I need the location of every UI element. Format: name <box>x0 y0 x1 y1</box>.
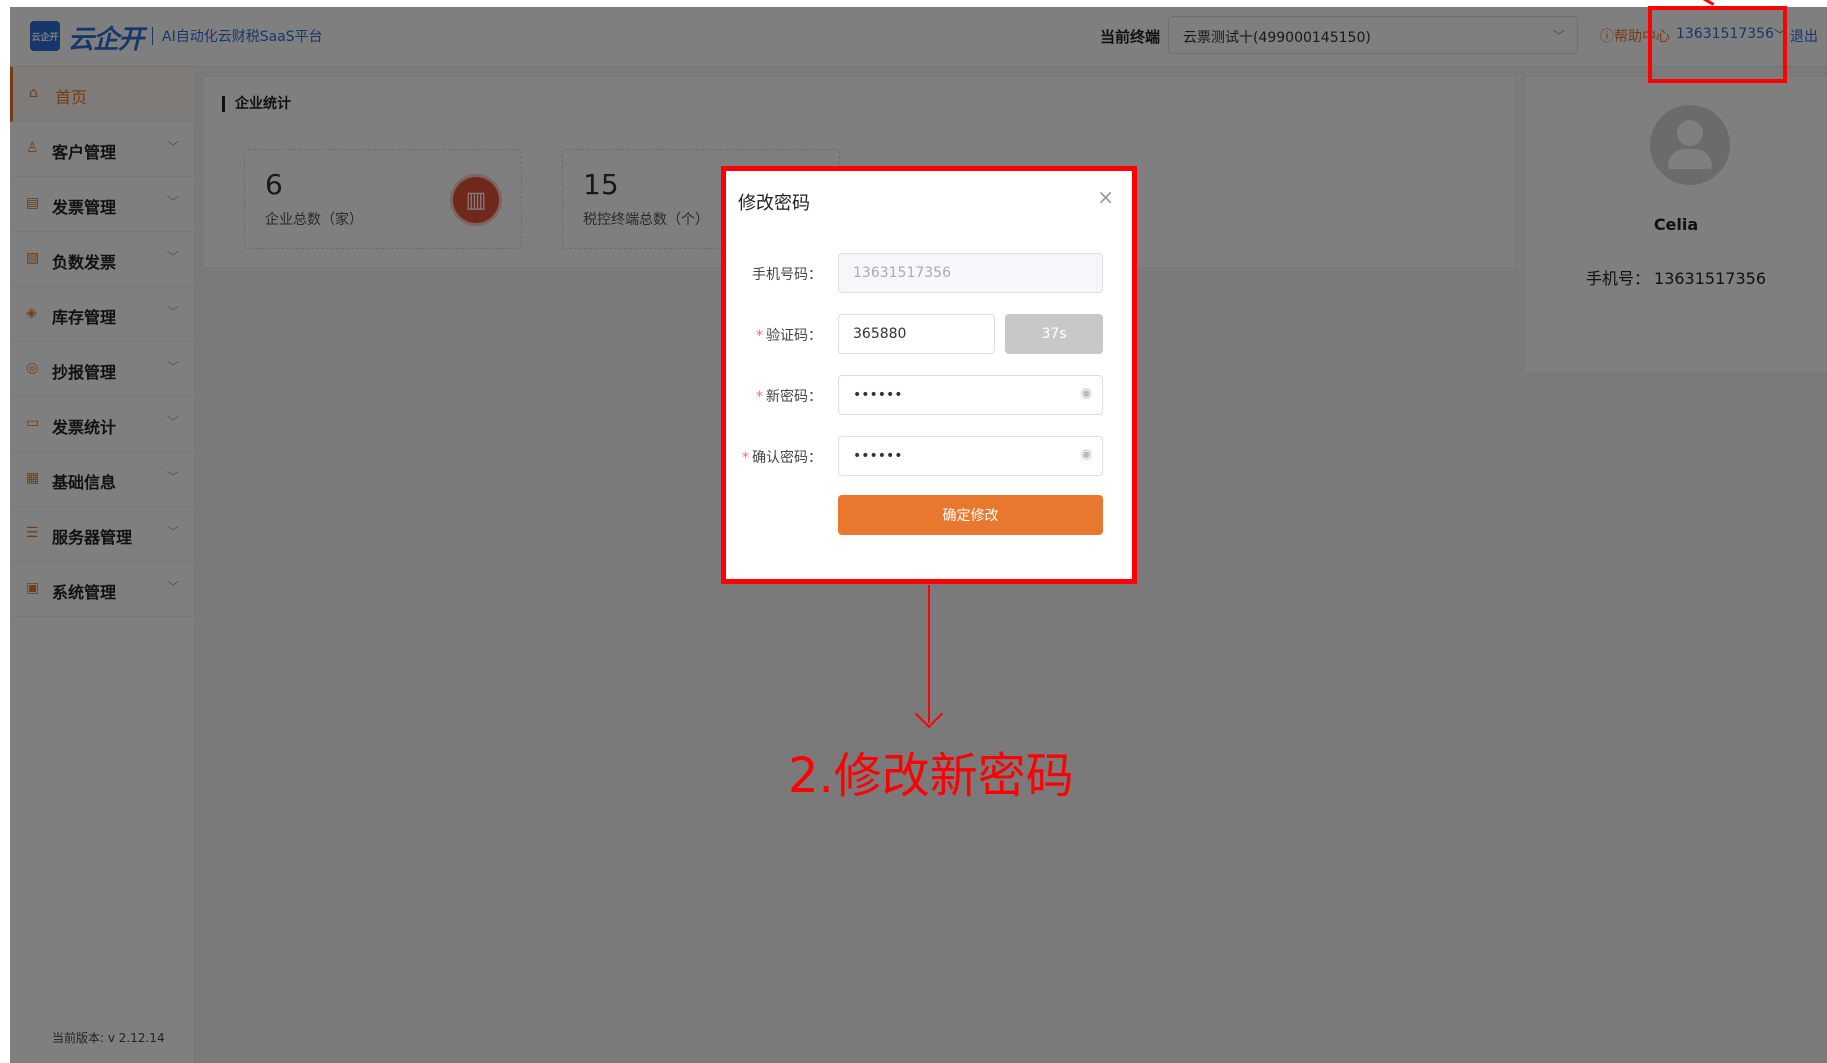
resend-code-button[interactable]: 37s <box>1005 314 1103 354</box>
annotation-arrow-tail <box>1681 0 1715 6</box>
close-icon[interactable]: × <box>1097 185 1114 209</box>
confirm-password-input[interactable]: •••••• ◉ <box>838 436 1103 476</box>
new-password-input[interactable]: •••••• ◉ <box>838 375 1103 415</box>
code-label-text: 验证码： <box>766 328 822 344</box>
required-mark: * <box>756 328 763 344</box>
confirm-password-label: * 确认密码： <box>742 447 822 467</box>
verification-code-input[interactable]: 365880 <box>838 314 995 354</box>
new-password-label-text: 新密码： <box>766 389 822 405</box>
eye-icon[interactable]: ◉ <box>1081 447 1092 462</box>
new-password-label: * 新密码： <box>756 386 822 406</box>
required-mark: * <box>756 389 763 405</box>
phone-field: 13631517356 <box>838 253 1103 293</box>
new-password-row: * 新密码： •••••• ◉ <box>726 375 1132 415</box>
new-password-value: •••••• <box>853 387 903 403</box>
verification-code-value: 365880 <box>853 326 907 342</box>
confirm-password-label-text: 确认密码： <box>752 450 822 466</box>
confirm-password-value: •••••• <box>853 448 903 464</box>
confirm-password-row: * 确认密码： •••••• ◉ <box>726 436 1132 476</box>
code-label: * 验证码： <box>756 325 822 345</box>
phone-label: 手机号码： <box>752 267 822 283</box>
eye-icon[interactable]: ◉ <box>1081 386 1092 401</box>
annotation-highlight-box <box>1648 6 1787 83</box>
annotation-text: 2.修改新密码 <box>788 748 1074 804</box>
phone-row: 手机号码： 13631517356 <box>726 253 1132 293</box>
change-password-dialog: 修改密码 × 手机号码： 13631517356 * 验证码： 365880 37… <box>721 166 1137 584</box>
phone-field-value: 13631517356 <box>853 265 951 281</box>
required-mark: * <box>742 450 749 466</box>
dialog-title: 修改密码 <box>738 193 810 214</box>
confirm-change-button[interactable]: 确定修改 <box>838 495 1103 535</box>
code-row: * 验证码： 365880 37s <box>726 314 1132 354</box>
